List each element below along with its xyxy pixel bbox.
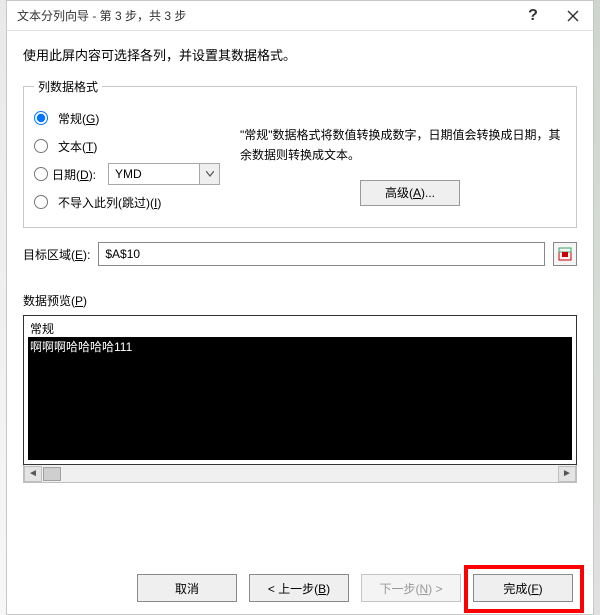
- column-format-group: 列数据格式 常规(G) 文本(T) 日期(D):: [23, 78, 577, 228]
- close-button[interactable]: [553, 1, 593, 31]
- radio-date[interactable]: 日期(D):: [34, 166, 96, 183]
- wizard-dialog: 文本分列向导 - 第 3 步，共 3 步 ? 使用此屏内容可选择各列，并设置其数…: [6, 0, 594, 615]
- preview-row: 啊啊啊哈哈哈哈111: [28, 338, 572, 356]
- advanced-button[interactable]: 高级(A)...: [360, 180, 460, 206]
- instruction-text: 使用此屏内容可选择各列，并设置其数据格式。: [23, 45, 577, 64]
- help-button[interactable]: ?: [513, 1, 553, 31]
- radio-general-input[interactable]: [34, 111, 48, 125]
- chevron-down-icon: [199, 164, 219, 184]
- scroll-left-arrow[interactable]: ◄: [24, 466, 42, 482]
- scroll-right-arrow[interactable]: ►: [558, 466, 576, 482]
- preview-horizontal-scrollbar[interactable]: ◄ ►: [23, 465, 577, 483]
- date-format-value: YMD: [109, 164, 199, 184]
- scroll-track[interactable]: [62, 466, 558, 482]
- next-button: 下一步(N) >: [361, 574, 461, 602]
- radio-text-input[interactable]: [34, 139, 48, 153]
- destination-label: 目标区域(E):: [23, 246, 90, 263]
- destination-input[interactable]: [103, 246, 540, 262]
- radio-skip-input[interactable]: [34, 195, 48, 209]
- range-picker-button[interactable]: [553, 242, 577, 266]
- titlebar: 文本分列向导 - 第 3 步，共 3 步 ?: [7, 1, 593, 31]
- back-button[interactable]: < 上一步(B): [249, 574, 349, 602]
- preview-label: 数据预览(P): [23, 292, 577, 309]
- group-legend: 列数据格式: [34, 78, 102, 95]
- radio-date-input[interactable]: [34, 167, 48, 181]
- preview-column-header[interactable]: 常规: [28, 320, 572, 338]
- close-icon: [567, 10, 579, 22]
- format-explanation: "常规"数据格式将数值转换成数字，日期值会转换成日期，其余数据则转换成文本。: [240, 125, 566, 166]
- data-preview: 常规 啊啊啊哈哈哈哈111: [23, 315, 577, 465]
- cancel-button[interactable]: 取消: [137, 574, 237, 602]
- button-row: 取消 < 上一步(B) 下一步(N) > 完成(F): [7, 562, 593, 614]
- radio-general[interactable]: 常规(G): [34, 105, 234, 131]
- finish-button[interactable]: 完成(F): [473, 574, 573, 602]
- range-picker-icon: [558, 247, 572, 261]
- date-format-select[interactable]: YMD: [108, 163, 220, 185]
- radio-skip[interactable]: 不导入此列(跳过)(I): [34, 189, 234, 215]
- radio-text[interactable]: 文本(T): [34, 133, 234, 159]
- scroll-thumb[interactable]: [43, 467, 61, 481]
- window-title: 文本分列向导 - 第 3 步，共 3 步: [17, 7, 513, 24]
- destination-input-wrap: [98, 242, 545, 266]
